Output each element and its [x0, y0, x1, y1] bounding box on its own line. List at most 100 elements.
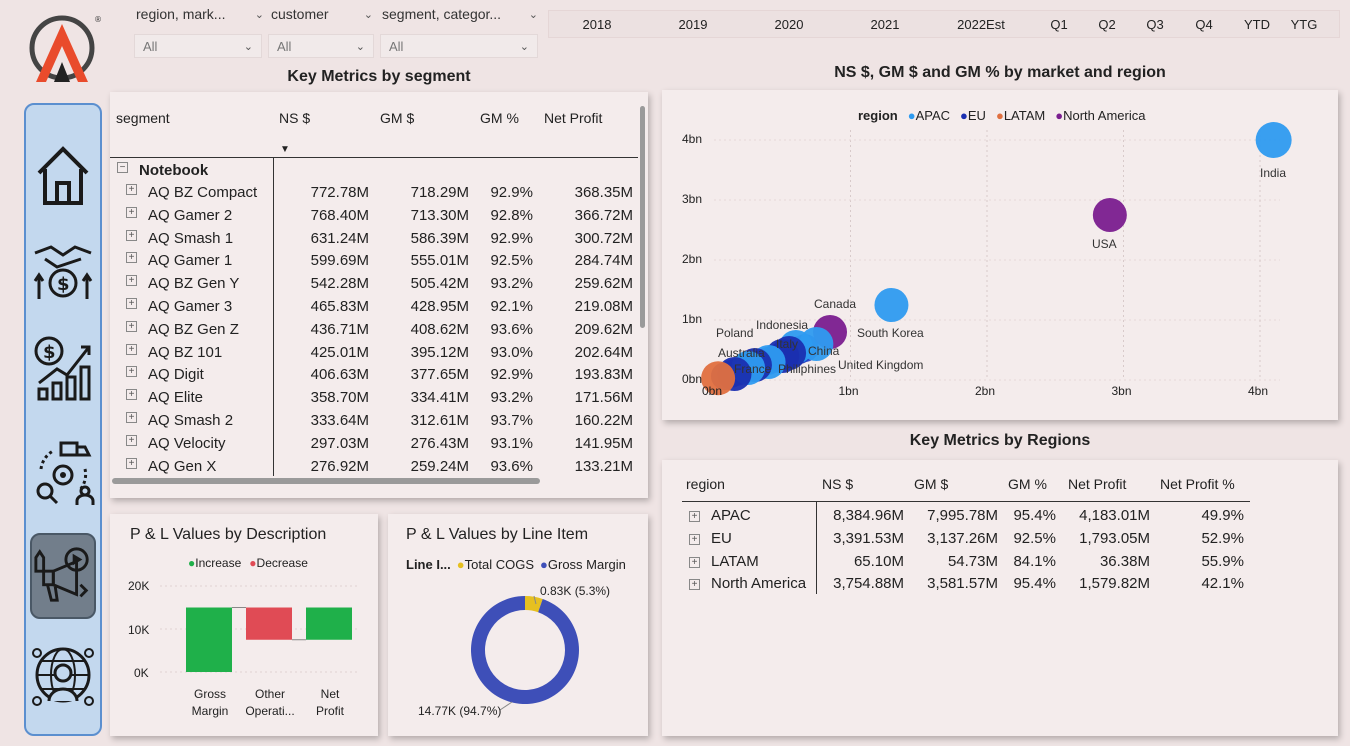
table-row[interactable]: + AQ Smash 1 631.24M 586.39M 92.9% 300.72M — [110, 228, 640, 250]
table-row[interactable]: + APAC 8,384.96M 7,995.78M 95.4% 4,183.01M 49.… — [662, 506, 1338, 528]
pl-y-tick-10k: 10K — [128, 623, 150, 637]
waterfall-bar[interactable] — [246, 607, 292, 640]
metric-cell: 93.2% — [490, 275, 533, 293]
expand-icon[interactable]: + — [126, 298, 137, 309]
expand-icon[interactable]: + — [126, 206, 137, 218]
metric-cell: 93.6% — [490, 457, 533, 475]
slicer-customer-dropdown[interactable]: All ⌄ — [268, 34, 374, 58]
nav-finance[interactable]: $ — [30, 325, 96, 411]
table-row[interactable]: + AQ Smash 2 333.64M 312.61M 93.7% 160.22M — [110, 410, 640, 432]
metric-cell: 408.62M — [410, 320, 469, 338]
vertical-scrollbar[interactable] — [640, 106, 645, 328]
expand-icon[interactable]: + — [126, 434, 137, 446]
col-header-gm-pct[interactable]: GM % — [480, 110, 519, 126]
table-row[interactable]: + AQ BZ Compact 772.78M 718.29M 92.9% 368.35M — [110, 182, 640, 204]
year-button-2022est[interactable]: 2022Est — [933, 11, 1029, 39]
metric-cell: 52.9% — [1201, 529, 1244, 547]
ytd-button[interactable]: YTD — [1233, 11, 1281, 39]
quarter-button-q1[interactable]: Q1 — [1035, 11, 1083, 39]
expand-icon[interactable]: + — [126, 412, 137, 423]
expand-icon[interactable]: + — [689, 511, 700, 522]
table-group-row[interactable]: − Notebook — [110, 160, 640, 182]
scatter-point[interactable] — [874, 288, 909, 322]
chevron-down-icon: ⌄ — [243, 40, 253, 53]
rg-header-region[interactable]: region — [686, 476, 725, 492]
quarter-button-q3[interactable]: Q3 — [1131, 11, 1179, 39]
table-row[interactable]: + AQ Gamer 3 465.83M 428.95M 92.1% 219.08M — [110, 296, 640, 318]
point-label-poland: Poland — [716, 326, 754, 340]
metric-cell: 92.5% — [490, 252, 533, 270]
rg-header-ns[interactable]: NS $ — [822, 476, 853, 492]
segment-table-title: Key Metrics by segment — [287, 68, 471, 85]
rg-header-gm[interactable]: GM $ — [914, 476, 948, 492]
table-row[interactable]: + AQ Velocity 297.03M 276.43M 93.1% 141.95M — [110, 433, 640, 455]
table-row[interactable]: + AQ BZ 101 425.01M 395.12M 93.0% 202.64M — [110, 342, 640, 364]
waterfall-bar[interactable] — [306, 607, 352, 640]
table-row[interactable]: + AQ BZ Gen Z 436.71M 408.62M 93.6% 209.62M — [110, 319, 640, 341]
slicer-segment-dropdown[interactable]: All ⌄ — [380, 34, 538, 58]
table-row[interactable]: + AQ BZ Gen Y 542.28M 505.42M 93.2% 259.62M — [110, 273, 640, 295]
table-row[interactable]: + AQ Elite 358.70M 334.41M 93.2% 171.56M — [110, 387, 640, 409]
slicer-segment-label[interactable]: segment, categor... ⌄ — [382, 6, 538, 22]
donut-slice[interactable] — [471, 596, 579, 704]
point-label-china: China — [808, 344, 840, 358]
table-row[interactable]: + AQ Gamer 1 599.69M 555.01M 92.5% 284.74M — [110, 250, 640, 272]
slicer-customer-label[interactable]: customer ⌄ — [271, 6, 373, 22]
col-header-net-profit[interactable]: Net Profit — [544, 110, 602, 126]
year-button-2019[interactable]: 2019 — [645, 11, 741, 39]
chevron-down-icon: ⌄ — [355, 40, 365, 53]
year-button-2018[interactable]: 2018 — [549, 11, 645, 39]
expand-icon[interactable]: + — [126, 252, 137, 264]
metric-cell: 713.30M — [410, 206, 469, 224]
rg-header-net-profit[interactable]: Net Profit — [1068, 476, 1126, 492]
year-button-2021[interactable]: 2021 — [837, 11, 933, 39]
expand-icon[interactable]: + — [126, 229, 137, 241]
waterfall-bar[interactable] — [186, 607, 232, 673]
quarter-button-q2[interactable]: Q2 — [1083, 11, 1131, 39]
sort-desc-icon[interactable]: ▼ — [280, 144, 290, 155]
x-tick-label: 1bn — [838, 384, 859, 398]
expand-icon[interactable]: + — [689, 579, 700, 591]
rg-header-gm-pct[interactable]: GM % — [1008, 476, 1047, 492]
nav-marketing[interactable] — [30, 533, 96, 619]
table-row[interactable]: + North America 3,754.88M 3,581.57M 95.4% 1,5… — [662, 574, 1338, 596]
expand-icon[interactable]: + — [126, 320, 137, 332]
collapse-icon[interactable]: − — [117, 162, 128, 173]
slicer-region-dropdown[interactable]: All ⌄ — [134, 34, 262, 58]
ytg-button[interactable]: YTG — [1280, 11, 1328, 39]
metric-cell: 297.03M — [310, 434, 369, 452]
col-header-segment[interactable]: segment — [116, 110, 170, 126]
slicer-region-label[interactable]: region, mark... ⌄ — [136, 6, 264, 22]
table-row[interactable]: + AQ Gamer 2 768.40M 713.30M 92.8% 366.72M — [110, 205, 640, 227]
nav-executive[interactable] — [30, 635, 96, 721]
horizontal-scrollbar[interactable] — [112, 478, 540, 484]
expand-icon[interactable]: + — [126, 366, 137, 378]
nav-home[interactable] — [30, 131, 96, 217]
y-tick-label: 2bn — [682, 252, 703, 266]
col-header-ns[interactable]: NS $ — [279, 110, 310, 126]
nav-sales[interactable]: $ — [30, 225, 96, 311]
expand-icon[interactable]: + — [126, 343, 137, 355]
expand-icon[interactable]: + — [126, 184, 137, 195]
marketing-megaphone-icon — [34, 547, 89, 602]
nav-supply-chain[interactable] — [30, 431, 96, 517]
expand-icon[interactable]: + — [689, 556, 700, 568]
rg-header-net-profit-pct[interactable]: Net Profit % — [1160, 476, 1235, 492]
expand-icon[interactable]: + — [126, 389, 137, 401]
table-row[interactable]: + AQ Gen X 276.92M 259.24M 93.6% 133.21M — [110, 456, 640, 478]
year-button-2020[interactable]: 2020 — [741, 11, 837, 39]
y-tick-label: 4bn — [682, 132, 703, 146]
table-row[interactable]: + EU 3,391.53M 3,137.26M 92.5% 1,793.05M 52.9% — [662, 529, 1338, 551]
table-row[interactable]: + AQ Digit 406.63M 377.65M 92.9% 193.83M — [110, 364, 640, 386]
scatter-point[interactable] — [1092, 198, 1127, 232]
metric-cell: 425.01M — [310, 343, 369, 361]
table-row[interactable]: + LATAM 65.10M 54.73M 84.1% 36.38M 55.9% — [662, 552, 1338, 574]
scatter-point[interactable] — [1255, 122, 1292, 158]
group-label: Notebook — [139, 162, 209, 179]
quarter-button-q4[interactable]: Q4 — [1180, 11, 1228, 39]
expand-icon[interactable]: + — [126, 275, 137, 287]
expand-icon[interactable]: + — [126, 457, 137, 469]
metric-cell: 133.21M — [574, 457, 633, 475]
col-header-gm[interactable]: GM $ — [380, 110, 414, 126]
expand-icon[interactable]: + — [689, 533, 700, 545]
